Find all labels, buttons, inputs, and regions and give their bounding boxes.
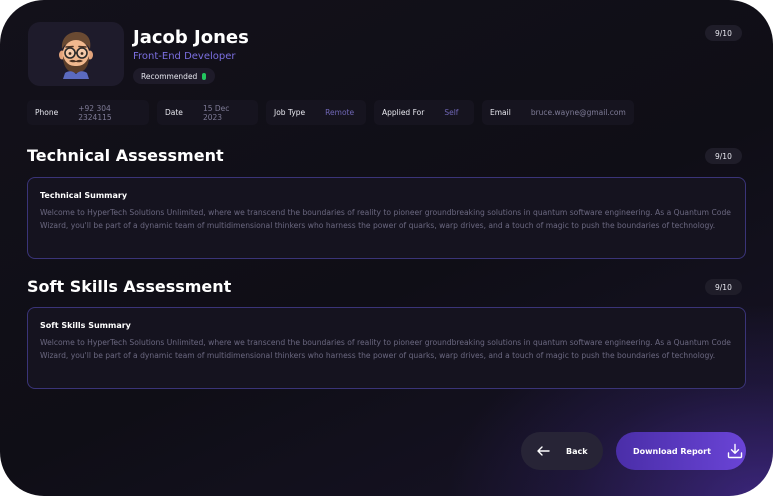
- soft-skills-summary-box: Soft Skills Summary Welcome to HyperTech…: [27, 307, 746, 389]
- back-button[interactable]: Back: [521, 432, 603, 470]
- info-date-value: 15 Dec 2023: [202, 103, 230, 122]
- soft-skills-assessment-title: Soft Skills Assessment: [27, 277, 232, 296]
- technical-assessment-title: Technical Assessment: [27, 146, 224, 165]
- technical-summary-box: Technical Summary Welcome to HyperTech S…: [27, 177, 746, 259]
- technical-summary-text: Welcome to HyperTech Solutions Unlimited…: [40, 208, 731, 230]
- info-email-value: bruce.wayne@gmail.com: [530, 108, 626, 117]
- download-report-button[interactable]: Download Report: [616, 432, 746, 470]
- info-phone-value: +92 304 2324115: [78, 103, 112, 122]
- overall-score-badge: 9/10: [705, 25, 742, 41]
- candidate-role: Front-End Developer: [133, 51, 236, 62]
- avatar: [28, 22, 124, 86]
- info-email: Email bruce.wayne@gmail.com: [482, 100, 634, 125]
- status-dot-icon: [202, 72, 207, 80]
- soft-skills-score-badge: 9/10: [705, 279, 742, 295]
- candidate-report-card: Jacob Jones Front-End Developer Recommen…: [0, 0, 773, 496]
- info-job-type: Job Type Remote: [266, 100, 366, 125]
- candidate-info-row: Phone +92 304 2324115 Date 15 Dec 2023 J…: [27, 100, 634, 125]
- info-phone: Phone +92 304 2324115: [27, 100, 149, 125]
- recommended-badge: Recommended: [133, 68, 216, 84]
- info-email-label: Email: [490, 108, 511, 117]
- download-icon: [727, 443, 743, 459]
- info-job-type-label: Job Type: [274, 108, 306, 117]
- info-applied-for-value: Self: [444, 108, 459, 117]
- technical-score-badge: 9/10: [705, 148, 742, 164]
- info-job-type-value: Remote: [325, 108, 355, 117]
- arrow-left-icon: [537, 446, 550, 456]
- memoji-avatar-icon: [59, 32, 93, 79]
- soft-skills-summary-title: Soft Skills Summary: [40, 321, 131, 330]
- candidate-name: Jacob Jones: [133, 27, 249, 48]
- info-date-label: Date: [165, 108, 183, 117]
- technical-summary-title: Technical Summary: [40, 191, 128, 200]
- recommended-badge-label: Recommended: [141, 71, 198, 81]
- info-phone-label: Phone: [35, 108, 59, 117]
- soft-skills-summary-text: Welcome to HyperTech Solutions Unlimited…: [40, 338, 731, 360]
- back-button-label: Back: [566, 446, 588, 456]
- info-applied-for: Applied For Self: [374, 100, 474, 125]
- download-report-button-label: Download Report: [633, 446, 711, 456]
- info-applied-for-label: Applied For: [382, 108, 425, 117]
- info-date: Date 15 Dec 2023: [157, 100, 258, 125]
